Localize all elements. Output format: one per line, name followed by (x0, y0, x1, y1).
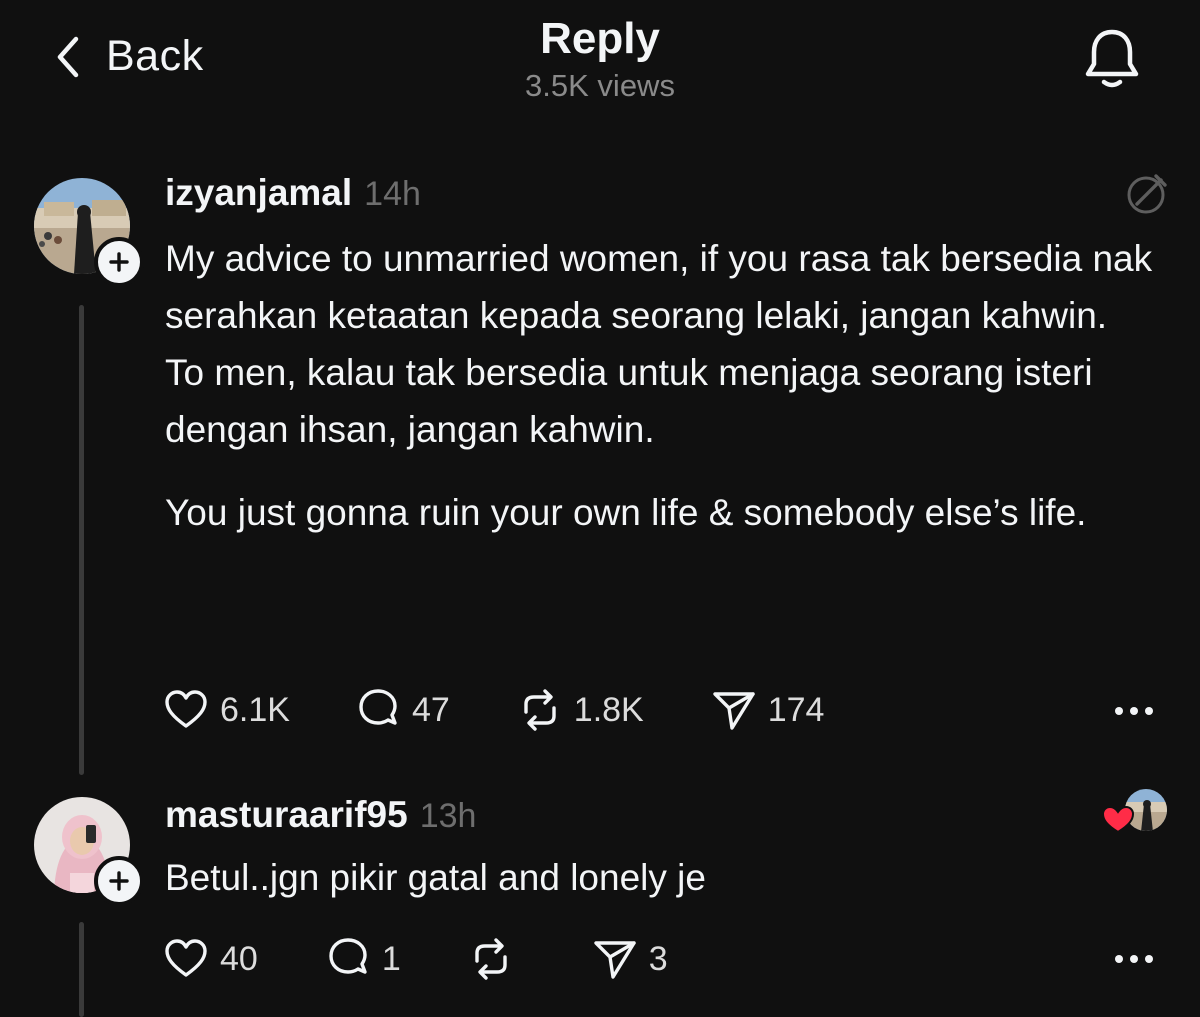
header-bar: Back Reply 3.5K views (0, 0, 1200, 130)
translate-edit-icon[interactable] (1123, 170, 1169, 216)
repost-count: 1.8K (573, 690, 644, 729)
like-count: 6.1K (220, 690, 290, 729)
more-options-button[interactable] (1112, 952, 1156, 971)
post-paragraph: You just gonna ruin your own life & some… (165, 492, 1087, 533)
heart-icon (1101, 805, 1135, 834)
repost-icon (524, 689, 556, 731)
send-icon (594, 941, 636, 979)
comment-icon (359, 689, 397, 725)
post-time: 14h (364, 175, 421, 213)
username[interactable]: izyanjamal (165, 172, 352, 213)
repost-button[interactable] (467, 935, 525, 983)
post-body: Betul..jgn pikir gatal and lonely je (165, 849, 1155, 932)
username[interactable]: masturaarif95 (165, 794, 408, 835)
reply-count: 1 (381, 939, 401, 978)
comment-icon (329, 938, 367, 974)
like-button[interactable]: 6.1K (162, 686, 290, 734)
send-icon (713, 692, 755, 730)
page-title: Reply (540, 14, 660, 63)
thread-line (79, 305, 84, 775)
post-paragraph: My advice to unmarried women, if you ras… (165, 238, 1153, 450)
post-author[interactable]: masturaarif95 13h (165, 794, 476, 836)
like-count: 40 (220, 939, 258, 978)
reply-button[interactable]: 47 (354, 686, 450, 734)
share-button[interactable]: 3 (591, 935, 668, 983)
heart-icon (165, 690, 207, 728)
post-actions: 6.1K 47 1.8K 174 (162, 686, 824, 734)
thread-line (79, 922, 84, 1017)
post-author[interactable]: izyanjamal 14h (165, 172, 421, 214)
post-paragraph: Betul..jgn pikir gatal and lonely je (165, 857, 706, 898)
share-button[interactable]: 174 (710, 686, 825, 734)
post-body: My advice to unmarried women, if you ras… (165, 230, 1155, 567)
heart-icon (165, 939, 207, 977)
like-button[interactable]: 40 (162, 935, 258, 983)
repost-icon (475, 938, 507, 980)
repost-button[interactable]: 1.8K (516, 686, 644, 734)
plus-icon (109, 871, 129, 891)
reply-count: 47 (411, 690, 450, 729)
liked-by-author-avatar (1101, 788, 1168, 834)
title-block: Reply 3.5K views (0, 14, 1200, 104)
follow-button[interactable] (94, 856, 144, 906)
more-options-button[interactable] (1112, 704, 1156, 723)
share-count: 174 (767, 690, 825, 729)
post-time: 13h (419, 797, 477, 835)
more-icon (1115, 707, 1153, 715)
plus-icon (109, 252, 129, 272)
follow-button[interactable] (94, 237, 144, 287)
liked-by-author-indicator (1100, 788, 1172, 838)
bell-icon[interactable] (1080, 26, 1144, 92)
post-actions: 40 1 3 (162, 935, 668, 983)
more-icon (1115, 955, 1153, 963)
view-count: 3.5K views (525, 68, 675, 103)
share-count: 3 (648, 939, 668, 978)
thread-screen: Back Reply 3.5K views izyanjamal 14h My … (0, 0, 1200, 1017)
reply-button[interactable]: 1 (324, 935, 401, 983)
